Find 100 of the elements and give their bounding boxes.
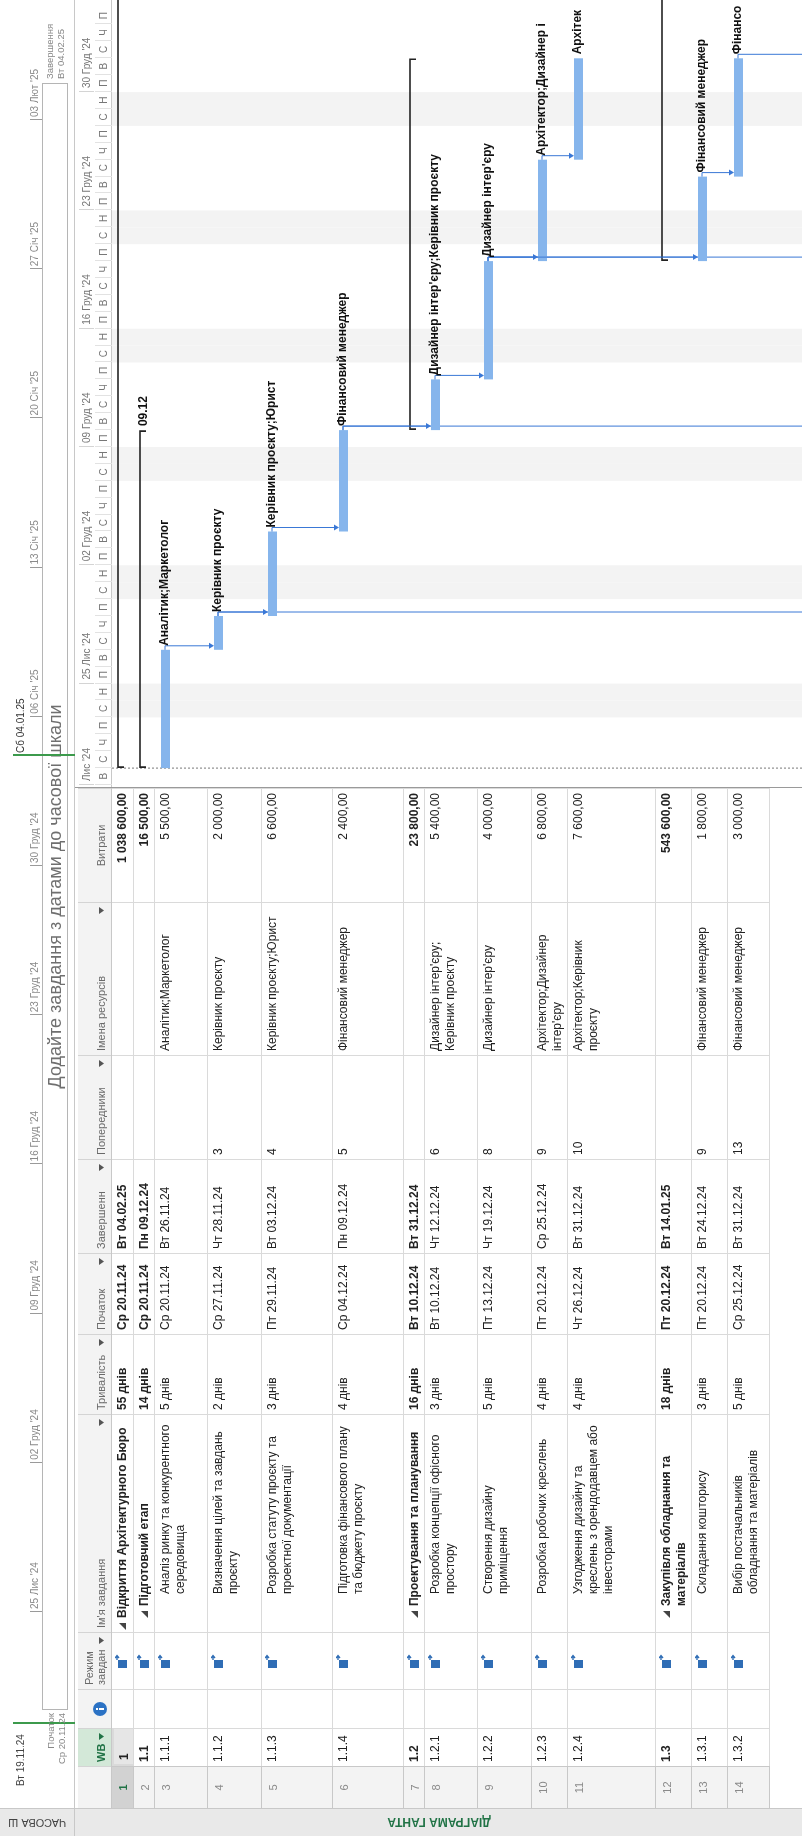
cost-value: 3 000,00	[728, 788, 770, 902]
row-number[interactable]: 14	[728, 1766, 770, 1808]
day-letter: С	[95, 514, 112, 532]
wbs-code: 1	[112, 1728, 134, 1766]
wbs-code: 1.1.1	[155, 1728, 208, 1766]
task-name: Відкриття Архітектурного Бюро	[115, 1427, 130, 1618]
bar-label: Архітектор;Дизайнер і	[534, 23, 548, 156]
tick-label: 09 Груд '24	[28, 1260, 41, 1311]
row-number[interactable]: 2	[134, 1766, 155, 1808]
duration-text: 5 днів	[155, 1334, 208, 1414]
duration-text: 18 днів	[656, 1334, 692, 1414]
wbs-code: 1.2.2	[478, 1728, 532, 1766]
wbs-code: 1.3	[656, 1728, 692, 1766]
column-header[interactable]: Імена ресурсів	[78, 902, 111, 1055]
row-number[interactable]: 3	[155, 1766, 208, 1808]
bar-label: Аналітик;Маркетолог	[157, 519, 171, 646]
week-label: 02 Груд '24	[79, 510, 94, 566]
cost-value: 1 800,00	[692, 788, 728, 902]
finish-date: Вт 31.12.24	[728, 1159, 770, 1253]
finish-date: Вт 31.12.24	[404, 1159, 425, 1253]
wbs-code: 1.1	[134, 1728, 155, 1766]
timeline-date: Вт 19.11.24	[14, 1734, 27, 1786]
task-name: Узгодження дизайну та креслень з орендодавцем або інвесторами	[571, 1424, 616, 1594]
predecessor-number: 4	[262, 1055, 333, 1159]
tick-mark	[30, 268, 42, 270]
view-label[interactable]: ЧАСОВА Ш	[7, 1814, 67, 1831]
bar-label: Фінансовий менеджер	[335, 292, 349, 427]
row-number[interactable]: 4	[208, 1766, 262, 1808]
row-number[interactable]: 1	[112, 1766, 134, 1808]
row-number[interactable]: 5	[262, 1766, 333, 1808]
column-header[interactable]: Завершенн	[78, 1159, 111, 1253]
row-number[interactable]: 7	[404, 1766, 425, 1808]
day-letter: П	[95, 666, 112, 684]
column-header[interactable]: Витрати	[78, 788, 111, 902]
tick-label: 27 Січ '25	[28, 221, 41, 267]
day-letter: В	[95, 768, 112, 785]
week-label: 16 Груд '24	[79, 274, 94, 329]
resource-names: Архітектор;Дизайнер інтер'єру	[532, 902, 568, 1055]
column-header[interactable]: WB	[78, 1728, 111, 1766]
week-label: 23 Груд '24	[79, 155, 94, 211]
predecessor-number: 5	[333, 1055, 404, 1159]
tick-mark	[30, 417, 42, 419]
cost-value: 6 800,00	[532, 788, 568, 902]
row-number[interactable]: 6	[333, 1766, 404, 1808]
duration-text: 4 днів	[532, 1334, 568, 1414]
day-letter: В	[95, 176, 112, 194]
row-number[interactable]: 12	[656, 1766, 692, 1808]
task-bar	[214, 616, 223, 650]
cost-value: 2 000,00	[208, 788, 262, 902]
finish-date: Ср 25.12.24	[532, 1159, 568, 1253]
finish-date: Вт 31.12.24	[568, 1159, 656, 1253]
row-number[interactable]: 9	[478, 1766, 532, 1808]
duration-text: 5 днів	[478, 1334, 532, 1414]
view-label[interactable]: ДІАГРАМА ГАНТА	[386, 1813, 491, 1832]
current-date: Сб 04.01.25	[14, 698, 27, 753]
task-mode-icon	[659, 1654, 671, 1668]
task-name: Створення дизайну приміщення	[481, 1484, 511, 1594]
row-number[interactable]: 8	[425, 1766, 478, 1808]
duration-text: 5 днів	[728, 1334, 770, 1414]
day-letter: П	[95, 193, 112, 211]
tick-label: 30 Груд '24	[28, 812, 41, 863]
day-letter: Ч	[95, 734, 112, 752]
bar-label: Архітек	[570, 9, 584, 55]
task-mode-icon	[115, 1654, 127, 1668]
task-mode-icon	[731, 1654, 743, 1668]
column-header[interactable]: Початок	[78, 1253, 111, 1334]
column-header[interactable]: Режим завдан	[78, 1632, 111, 1689]
tick-label: 06 Січ '25	[28, 669, 41, 714]
finish-date: Пн 09.12.24	[134, 1159, 155, 1253]
duration-text: 2 днів	[208, 1334, 262, 1414]
start-date: Пт 20.12.24	[692, 1253, 728, 1334]
predecessor-number: 3	[208, 1055, 262, 1159]
task-mode-icon	[158, 1654, 170, 1668]
cost-value: 5 400,00	[425, 788, 478, 902]
finish-date: Вт 03.12.24	[262, 1159, 333, 1253]
duration-text: 3 днів	[425, 1334, 478, 1414]
day-letter: В	[95, 413, 112, 431]
finish-date: Чт 28.11.24	[208, 1159, 262, 1253]
row-number[interactable]: 11	[568, 1766, 656, 1808]
start-date: Вт 10.12.24	[425, 1253, 478, 1334]
row-number[interactable]: 10	[532, 1766, 568, 1808]
start-date: Пт 20.12.24	[656, 1253, 692, 1334]
task-mode-icon	[265, 1654, 277, 1668]
predecessor-number: 13	[728, 1055, 770, 1159]
tick-mark	[30, 865, 42, 866]
task-mode-icon	[137, 1654, 149, 1668]
tick-mark	[30, 119, 42, 120]
day-letter: С	[95, 751, 112, 769]
column-header[interactable]: Попередники	[78, 1055, 111, 1159]
day-letter: С	[95, 41, 112, 59]
day-letter: С	[95, 159, 112, 177]
column-header[interactable]: Ім'я завдання	[78, 1414, 111, 1632]
day-letter: С	[95, 396, 112, 414]
wbs-code: 1.3.2	[728, 1728, 770, 1766]
task-mode-icon	[428, 1654, 440, 1668]
row-number[interactable]: 13	[692, 1766, 728, 1808]
column-header[interactable]: Тривалість	[78, 1334, 111, 1414]
task-name: Аналіз ринку та конкурентного середовища	[158, 1423, 188, 1594]
resource-names: Керівник проєкту	[208, 902, 262, 1055]
day-letter: Ч	[95, 24, 112, 42]
